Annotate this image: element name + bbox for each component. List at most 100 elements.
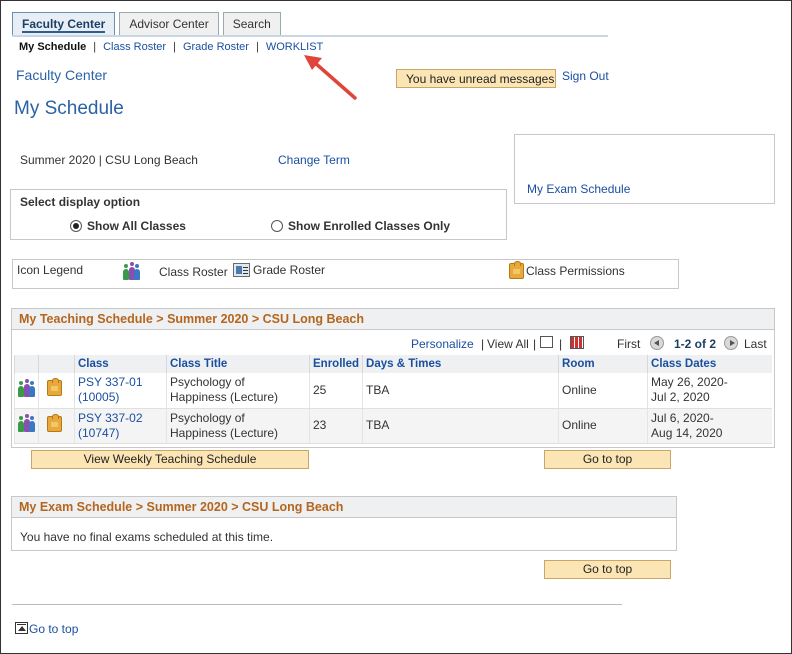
subnav-separator: | (255, 41, 259, 53)
table-row: PSY 337-01 (10005) Psychology of Happiness… (14, 373, 772, 409)
view-all-link[interactable]: View All (487, 337, 529, 351)
tab-advisor-center[interactable]: Advisor Center (119, 12, 219, 35)
class-permissions-icon (509, 261, 524, 279)
radio-label: Show Enrolled Classes Only (288, 219, 451, 233)
exam-schedule-title: My Exam Schedule > Summer 2020 > CSU Lon… (12, 497, 676, 518)
radio-unselected-icon[interactable] (271, 220, 283, 232)
class-cell[interactable]: PSY 337-01 (10005) (74, 373, 167, 409)
section-title: Faculty Center (16, 67, 108, 83)
title-line: Happiness (Lecture) (170, 390, 279, 405)
roster-cell[interactable] (14, 408, 39, 444)
legend-class-permissions: Class Permissions (509, 261, 625, 279)
dates-line: Jul 2, 2020 (651, 390, 710, 405)
permissions-cell[interactable] (38, 373, 75, 409)
icon-legend: Icon Legend Class Roster Grade Roster Cl… (12, 259, 679, 289)
go-to-top-button[interactable]: Go to top (544, 450, 671, 469)
class-roster-icon[interactable] (18, 378, 35, 397)
subnav-separator: | (93, 41, 97, 53)
roster-cell[interactable] (14, 373, 39, 409)
subnav-grade-roster[interactable]: Grade Roster (183, 41, 249, 53)
title-cell: Psychology of Happiness (Lecture) (166, 373, 310, 409)
col-class-title: Class Title (166, 355, 310, 373)
col-permissions-icon (38, 355, 75, 373)
page-range: 1-2 of 2 (674, 337, 717, 351)
legend-label: Grade Roster (253, 263, 326, 277)
class-number-link[interactable]: (10005) (78, 390, 119, 404)
page-title: My Schedule (14, 98, 124, 119)
unread-messages-button[interactable]: You have unread messages (396, 69, 556, 88)
class-link[interactable]: PSY 337-02 (78, 411, 143, 425)
view-weekly-schedule-button[interactable]: View Weekly Teaching Schedule (31, 450, 309, 469)
permissions-cell[interactable] (38, 408, 75, 444)
title-line: Psychology of (170, 410, 245, 425)
grid-navigation-bar: Personalize | View All | | First 1-2 of … (12, 334, 774, 354)
dates-line: Aug 14, 2020 (651, 425, 723, 440)
sub-navigation: My Schedule | Class Roster | Grade Roste… (19, 41, 323, 53)
col-class-dates: Class Dates (647, 355, 772, 373)
go-to-top-link[interactable]: Go to top (29, 622, 78, 636)
room-cell: Online (558, 373, 648, 409)
dates-cell: Jul 6, 2020- Aug 14, 2020 (647, 408, 772, 444)
subnav-class-roster[interactable]: Class Roster (103, 41, 166, 53)
sign-out-link[interactable]: Sign Out (562, 69, 609, 83)
nav-separator: | (481, 337, 485, 351)
personalize-link[interactable]: Personalize (411, 337, 474, 351)
nav-separator: | (559, 337, 563, 351)
radio-show-enrolled-only[interactable]: Show Enrolled Classes Only (271, 219, 450, 233)
teaching-schedule-table: Class Class Title Enrolled Days & Times … (14, 355, 772, 444)
zoom-icon[interactable] (540, 336, 553, 348)
col-class: Class (74, 355, 167, 373)
class-roster-icon (123, 262, 140, 280)
title-line: Psychology of (170, 375, 245, 390)
table-header-row: Class Class Title Enrolled Days & Times … (14, 355, 772, 373)
class-permissions-icon[interactable] (47, 413, 62, 432)
exam-schedule-panel: My Exam Schedule > Summer 2020 > CSU Lon… (11, 496, 677, 551)
footer-go-to-top[interactable]: Go to top (15, 622, 78, 636)
legend-grade-roster: Grade Roster (233, 263, 325, 277)
display-option-box: Select display option Show All Classes S… (10, 189, 507, 240)
grade-roster-icon (233, 263, 250, 277)
class-cell[interactable]: PSY 337-02 (10747) (74, 408, 167, 444)
display-option-heading: Select display option (20, 195, 141, 209)
tab-underline (12, 35, 608, 37)
go-to-top-button[interactable]: Go to top (544, 560, 671, 579)
title-line: Happiness (Lecture) (170, 425, 279, 440)
my-exam-schedule-link[interactable]: My Exam Schedule (527, 182, 630, 196)
top-tabs: Faculty Center Advisor Center Search (12, 12, 285, 35)
legend-title: Icon Legend (17, 263, 84, 277)
subnav-separator: | (173, 41, 176, 53)
class-permissions-icon[interactable] (47, 378, 62, 397)
tab-label: Faculty Center (22, 17, 106, 33)
go-to-top-icon[interactable] (15, 622, 28, 634)
last-label[interactable]: Last (744, 337, 767, 351)
days-cell: TBA (362, 373, 559, 409)
radio-show-all-classes[interactable]: Show All Classes (70, 219, 186, 233)
col-enrolled: Enrolled (308, 355, 363, 373)
radio-label: Show All Classes (87, 219, 186, 233)
legend-label: Class Permissions (526, 264, 625, 278)
enrolled-cell: 23 (308, 408, 363, 444)
download-grid-icon[interactable] (570, 336, 584, 349)
nav-separator: | (533, 337, 537, 351)
dates-line: May 26, 2020- (651, 375, 728, 390)
class-roster-icon[interactable] (18, 414, 35, 432)
enrolled-cell: 25 (308, 373, 363, 409)
first-label[interactable]: First (617, 337, 640, 351)
class-link[interactable]: PSY 337-01 (78, 375, 143, 389)
radio-selected-icon[interactable] (70, 220, 82, 232)
previous-arrow-icon[interactable] (650, 336, 664, 350)
term-label: Summer 2020 | CSU Long Beach (20, 153, 198, 167)
tab-faculty-center[interactable]: Faculty Center (12, 12, 116, 35)
next-arrow-icon[interactable] (724, 336, 738, 350)
dates-cell: May 26, 2020- Jul 2, 2020 (647, 373, 772, 409)
room-cell: Online (558, 408, 648, 444)
title-cell: Psychology of Happiness (Lecture) (166, 408, 310, 444)
no-exams-message: You have no final exams scheduled at thi… (20, 530, 274, 544)
class-number-link[interactable]: (10747) (78, 426, 119, 440)
change-term-link[interactable]: Change Term (278, 153, 350, 167)
tab-search[interactable]: Search (222, 12, 281, 35)
col-room: Room (558, 355, 648, 373)
teaching-schedule-title: My Teaching Schedule > Summer 2020 > CSU… (12, 309, 774, 330)
table-row: PSY 337-02 (10747) Psychology of Happiness… (14, 408, 772, 444)
days-cell: TBA (362, 408, 559, 444)
